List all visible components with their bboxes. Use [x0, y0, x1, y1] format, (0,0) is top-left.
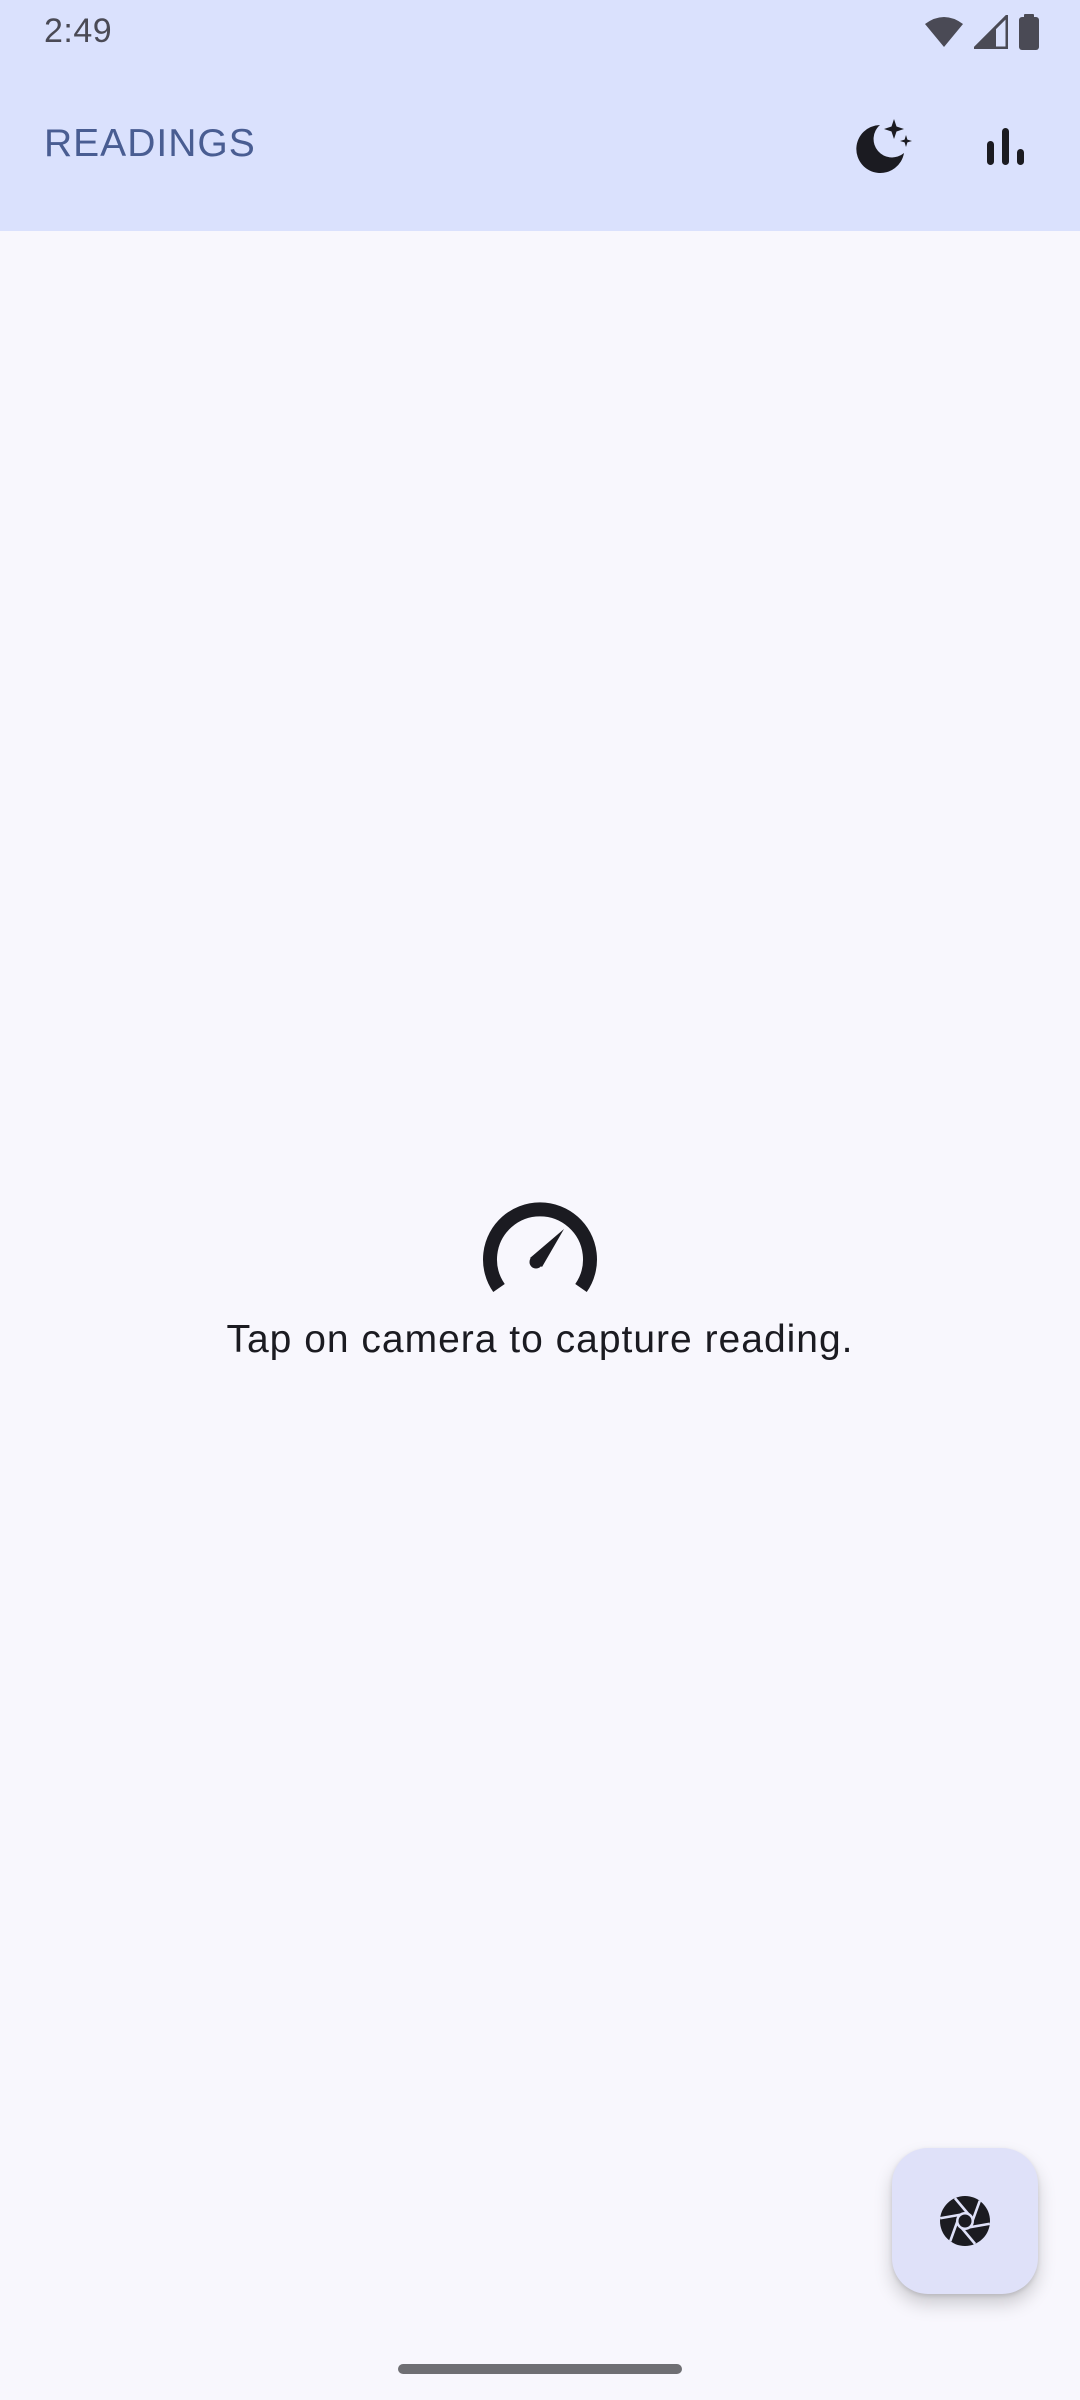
battery-icon [1019, 14, 1039, 50]
statistics-button[interactable] [966, 107, 1046, 187]
status-time: 2:49 [44, 12, 113, 50]
readings-screen: 2:49 READINGS Tap on camera to capture r… [0, 0, 1080, 2400]
bar-chart-icon [987, 128, 1024, 165]
dark-mode-icon [856, 119, 912, 173]
capture-reading-button[interactable] [892, 2148, 1038, 2294]
empty-state-message: Tap on camera to capture reading. [226, 1318, 854, 1361]
page-title: READINGS [44, 122, 256, 165]
gesture-navigation-handle[interactable] [398, 2364, 682, 2374]
app-bar: READINGS [0, 62, 1080, 231]
speedometer-icon [483, 1202, 597, 1292]
cell-signal-icon [974, 15, 1008, 49]
status-bar: 2:49 [0, 0, 1080, 62]
status-icons [924, 12, 1040, 52]
camera-shutter-icon [939, 2196, 991, 2246]
theme-toggle-button[interactable] [840, 107, 920, 187]
header: 2:49 READINGS [0, 0, 1080, 231]
wifi-icon [925, 17, 963, 47]
empty-state: Tap on camera to capture reading. [0, 1200, 1080, 1362]
